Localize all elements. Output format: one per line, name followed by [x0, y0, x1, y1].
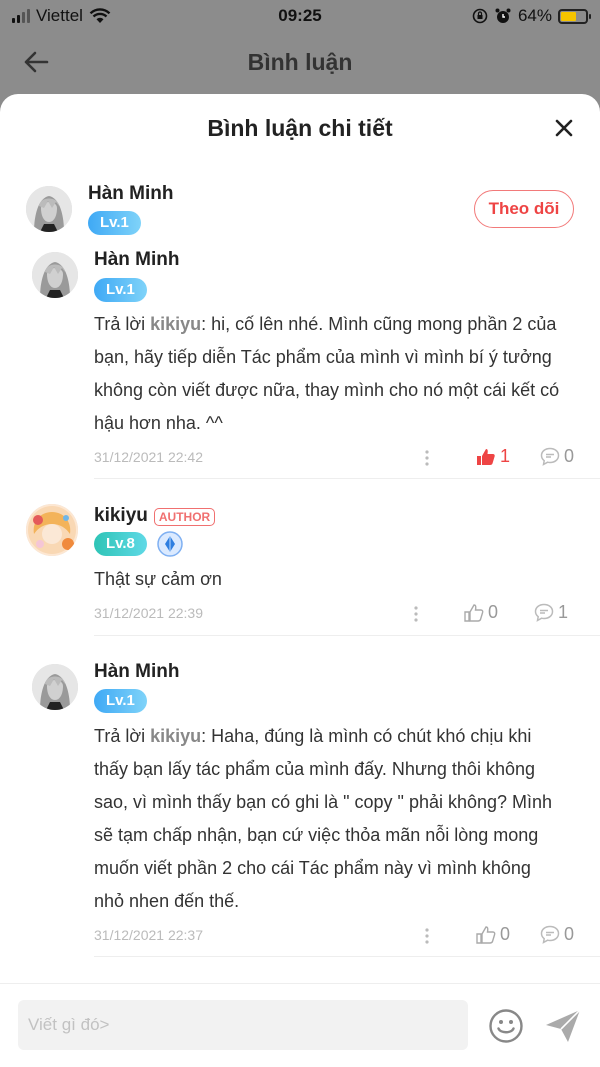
comment-count: 1 [558, 602, 569, 622]
page-header: Bình luận [0, 32, 600, 92]
rank-medal-icon [157, 531, 183, 557]
follow-button[interactable]: Theo dõi [474, 190, 574, 228]
comment-bubble-icon [540, 447, 560, 466]
timestamp: 31/12/2021 22:37 [94, 927, 203, 943]
mention-link[interactable]: kikiyu [150, 314, 201, 334]
comment-count: 0 [564, 924, 575, 944]
more-options-icon[interactable] [414, 606, 418, 622]
comment-input-bar [0, 983, 600, 1067]
comment-input[interactable] [18, 1000, 468, 1050]
level-badge: Lv.1 [94, 278, 147, 302]
battery-icon [558, 8, 591, 24]
comment-body: : Haha, đúng là mình có chút khó chịu kh… [94, 726, 553, 911]
avatar[interactable] [26, 504, 78, 556]
carrier-label: Viettel [36, 6, 83, 25]
thumbs-up-icon [477, 448, 495, 465]
thumbs-up-icon [476, 925, 496, 944]
signal-icon [12, 9, 30, 23]
send-icon[interactable] [544, 1008, 582, 1044]
battery-percent: 64% [517, 6, 552, 25]
reply-button[interactable]: 0 [540, 446, 574, 467]
sheet-title: Bình luận chi tiết [207, 114, 393, 141]
page-title: Bình luận [247, 48, 353, 75]
level-badge: Lv.8 [94, 532, 147, 556]
divider [94, 956, 600, 957]
author-name[interactable]: Hàn Minh [94, 249, 180, 271]
status-left: Viettel [12, 6, 111, 26]
divider [94, 478, 600, 479]
reply-prefix: Trả lời [94, 314, 151, 334]
avatar[interactable] [32, 252, 78, 298]
comment-count: 0 [564, 446, 575, 466]
avatar[interactable] [26, 186, 72, 232]
back-arrow-icon[interactable] [22, 48, 50, 76]
like-button[interactable]: 0 [464, 602, 498, 623]
comment-bubble-icon [540, 925, 560, 944]
divider [94, 635, 600, 636]
reply-button[interactable]: 1 [534, 602, 568, 623]
author-line: kikiyu AUTHOR [94, 505, 216, 527]
emoji-icon[interactable] [488, 1008, 524, 1044]
like-count: 0 [488, 602, 499, 622]
like-button[interactable]: 1 [476, 446, 510, 467]
level-badge: Lv.1 [88, 211, 141, 235]
mention-link[interactable]: kikiyu [150, 726, 201, 746]
wifi-icon [89, 8, 111, 23]
reply-prefix: Trả lời [94, 726, 151, 746]
author-name[interactable]: kikiyu [94, 505, 148, 526]
author-name[interactable]: Hàn Minh [88, 183, 174, 205]
comment-detail-sheet: Bình luận chi tiết Hàn Minh Lv.1 Theo dõ… [0, 94, 600, 1067]
author-badge: AUTHOR [153, 507, 216, 526]
like-count: 0 [500, 924, 511, 944]
timestamp: 31/12/2021 22:42 [94, 449, 203, 465]
sheet-header: Bình luận chi tiết [0, 94, 600, 162]
alarm-icon [495, 8, 511, 23]
like-count: 1 [500, 446, 511, 466]
level-badge: Lv.1 [94, 689, 147, 713]
status-right: 64% [472, 6, 591, 26]
more-options-icon[interactable] [425, 928, 429, 944]
like-button[interactable]: 0 [476, 924, 510, 945]
comment-bubble-icon [534, 603, 554, 622]
comment-text: Trả lời kikiyu: hi, cố lên nhé. Mình cũn… [94, 308, 584, 440]
thumbs-up-icon [464, 603, 484, 622]
reply-button[interactable]: 0 [540, 924, 574, 945]
comment-text: Thật sự cảm ơn [94, 569, 222, 589]
author-name[interactable]: Hàn Minh [94, 661, 180, 683]
close-icon[interactable] [554, 118, 574, 138]
screen-lock-icon [472, 8, 488, 24]
status-bar: Viettel 09:25 64% [0, 0, 600, 32]
comment-text: Trả lời kikiyu: Haha, đúng là mình có ch… [94, 720, 564, 918]
more-options-icon[interactable] [425, 450, 429, 466]
timestamp: 31/12/2021 22:39 [94, 605, 203, 621]
avatar[interactable] [32, 664, 78, 710]
